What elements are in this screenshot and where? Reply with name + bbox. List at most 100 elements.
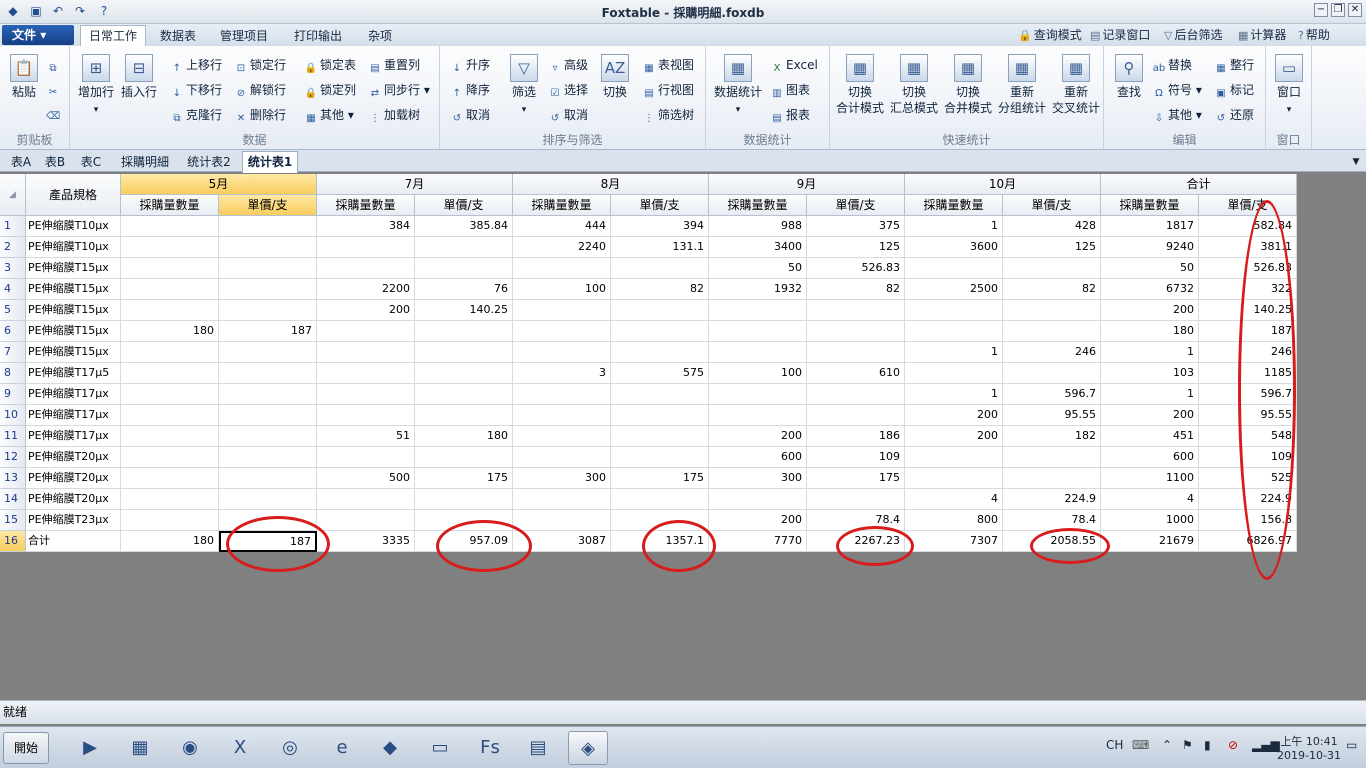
quantity-cell[interactable]: 200	[709, 426, 807, 447]
quantity-cell[interactable]	[317, 447, 415, 468]
quantity-cell[interactable]: 1	[905, 342, 1003, 363]
quantity-cell[interactable]	[121, 510, 219, 531]
row-number[interactable]: 11	[0, 426, 26, 447]
restore-button[interactable]: ❐	[1331, 3, 1345, 17]
move-down-button[interactable]: ↓ 下移行	[170, 81, 222, 99]
header-unit-price[interactable]: 單價/支	[1003, 195, 1101, 216]
lock-col-button[interactable]: 🔒 锁定列	[304, 81, 356, 99]
quantity-cell[interactable]	[513, 405, 611, 426]
delete-row-button[interactable]: ✕ 删除行	[234, 106, 286, 124]
product-spec-cell[interactable]: PE伸缩膜T15μx	[26, 342, 121, 363]
quantity-cell[interactable]	[317, 342, 415, 363]
quantity-cell[interactable]: 200	[1101, 300, 1199, 321]
unit-price-cell[interactable]: 596.7	[1003, 384, 1101, 405]
switch-summary-mode-button[interactable]: ▦ 切换 汇总模式	[888, 54, 940, 116]
fs-icon[interactable]: Fs	[470, 731, 510, 765]
switch-merge-mode-button[interactable]: ▦ 切换 合并模式	[942, 54, 994, 116]
quantity-cell[interactable]	[513, 258, 611, 279]
filter-button[interactable]: ▽ 筛选 ▾	[506, 54, 542, 118]
product-spec-cell[interactable]: PE伸缩膜T23μx	[26, 510, 121, 531]
sheet-tab-stats1[interactable]: 统计表1	[242, 151, 298, 173]
ie-icon[interactable]: e	[322, 731, 362, 765]
unit-price-cell[interactable]: 186	[807, 426, 905, 447]
header-quantity[interactable]: 採購量數量	[905, 195, 1003, 216]
tab-misc[interactable]: 杂项	[360, 26, 400, 46]
tab-data-table[interactable]: 数据表	[152, 26, 204, 46]
replace-button[interactable]: ab 替换	[1152, 56, 1192, 74]
sort-asc-button[interactable]: ↓ 升序	[450, 56, 490, 74]
product-spec-cell[interactable]: PE伸缩膜T17μ5	[26, 363, 121, 384]
row-number[interactable]: 3	[0, 258, 26, 279]
sort-cancel-button[interactable]: ↺ 取消	[450, 106, 490, 124]
unit-price-cell[interactable]	[611, 447, 709, 468]
unit-price-cell[interactable]: 394	[611, 216, 709, 237]
header-unit-price[interactable]: 單價/支	[1199, 195, 1297, 216]
unit-price-cell[interactable]	[611, 426, 709, 447]
quantity-cell[interactable]	[905, 300, 1003, 321]
quantity-cell[interactable]	[317, 321, 415, 342]
unit-price-cell[interactable]: 175	[415, 468, 513, 489]
quantity-cell[interactable]	[513, 342, 611, 363]
cancel-filter-button[interactable]: ↺ 取消	[548, 106, 588, 124]
quantity-cell[interactable]	[513, 510, 611, 531]
unit-price-cell[interactable]	[415, 321, 513, 342]
grid-corner[interactable]: ◢	[0, 174, 26, 216]
volume-muted-icon[interactable]: ⊘	[1228, 737, 1238, 753]
unit-price-cell[interactable]	[807, 300, 905, 321]
quantity-cell[interactable]: 180	[121, 531, 219, 552]
regroup-stats-button[interactable]: ▦ 重新 分组统计	[996, 54, 1048, 116]
switch-total-mode-button[interactable]: ▦ 切换 合计模式	[834, 54, 886, 116]
unit-price-cell[interactable]	[1003, 258, 1101, 279]
quantity-cell[interactable]	[121, 489, 219, 510]
quantity-cell[interactable]	[709, 384, 807, 405]
unit-price-cell[interactable]: 82	[611, 279, 709, 300]
advanced-filter-button[interactable]: ▿ 高级	[548, 56, 588, 74]
quantity-cell[interactable]: 21679	[1101, 531, 1199, 552]
quantity-cell[interactable]: 2200	[317, 279, 415, 300]
tab-manage-project[interactable]: 管理项目	[212, 26, 276, 46]
quantity-cell[interactable]	[513, 300, 611, 321]
product-spec-cell[interactable]: PE伸缩膜T15μx	[26, 258, 121, 279]
unit-price-cell[interactable]	[807, 321, 905, 342]
unit-price-cell[interactable]: 385.84	[415, 216, 513, 237]
product-spec-cell[interactable]: PE伸缩膜T10μx	[26, 216, 121, 237]
move-up-button[interactable]: ↑ 上移行	[170, 56, 222, 74]
row-number[interactable]: 4	[0, 279, 26, 300]
clock-time[interactable]: 上午 10:41	[1274, 733, 1344, 749]
product-spec-cell[interactable]: PE伸缩膜T15μx	[26, 300, 121, 321]
product-spec-cell[interactable]: PE伸缩膜T15μx	[26, 321, 121, 342]
minimize-button[interactable]: −	[1314, 3, 1328, 17]
quantity-cell[interactable]: 500	[317, 468, 415, 489]
quantity-cell[interactable]: 988	[709, 216, 807, 237]
quantity-cell[interactable]	[317, 510, 415, 531]
unit-price-cell[interactable]: 82	[807, 279, 905, 300]
recross-stats-button[interactable]: ▦ 重新 交叉统计	[1050, 54, 1102, 116]
quantity-cell[interactable]: 600	[1101, 447, 1199, 468]
unit-price-cell[interactable]	[611, 489, 709, 510]
unit-price-cell[interactable]	[219, 258, 317, 279]
quantity-cell[interactable]: 1	[905, 216, 1003, 237]
other-edit-button[interactable]: ⇩ 其他 ▾	[1152, 106, 1202, 124]
quantity-cell[interactable]: 3335	[317, 531, 415, 552]
quantity-cell[interactable]	[121, 279, 219, 300]
header-month[interactable]: 7月	[317, 174, 513, 195]
other-data-button[interactable]: ▦ 其他 ▾	[304, 106, 354, 124]
unit-price-cell[interactable]	[611, 258, 709, 279]
unit-price-cell[interactable]: 224.9	[1003, 489, 1101, 510]
header-quantity[interactable]: 採購量數量	[121, 195, 219, 216]
row-number[interactable]: 9	[0, 384, 26, 405]
row-view-button[interactable]: ▤ 行视图	[642, 81, 694, 99]
unit-price-cell[interactable]	[415, 384, 513, 405]
row-number[interactable]: 6	[0, 321, 26, 342]
unit-price-cell[interactable]	[219, 405, 317, 426]
header-month[interactable]: 合计	[1101, 174, 1297, 195]
product-spec-cell[interactable]: PE伸缩膜T17μx	[26, 384, 121, 405]
row-number[interactable]: 8	[0, 363, 26, 384]
row-number[interactable]: 12	[0, 447, 26, 468]
quantity-cell[interactable]: 1932	[709, 279, 807, 300]
quantity-cell[interactable]: 4	[1101, 489, 1199, 510]
unit-price-cell[interactable]	[219, 237, 317, 258]
quantity-cell[interactable]: 7307	[905, 531, 1003, 552]
sync-row-button[interactable]: ⇄ 同步行 ▾	[368, 81, 430, 99]
quantity-cell[interactable]: 103	[1101, 363, 1199, 384]
